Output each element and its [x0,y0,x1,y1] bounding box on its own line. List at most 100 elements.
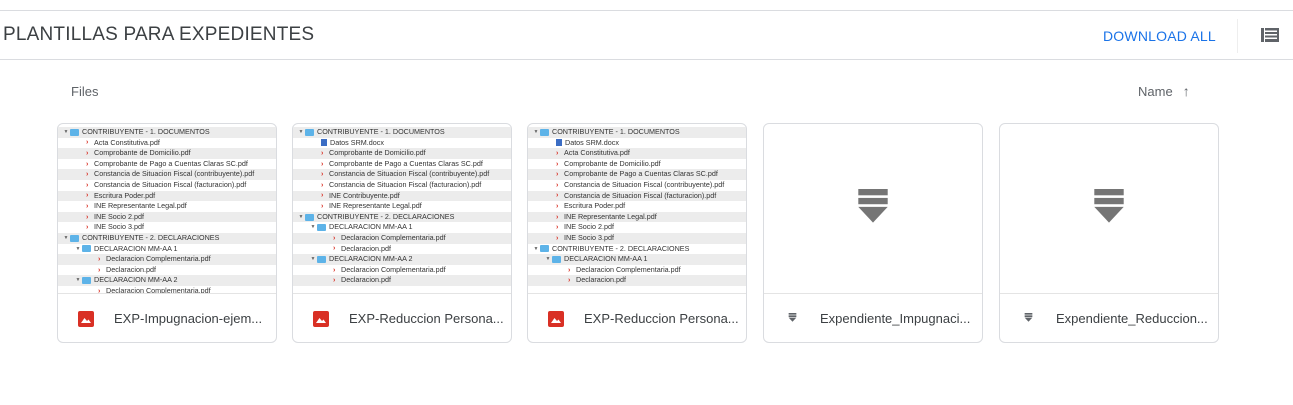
tree-row: › Comprobante de Pago a Cuentas Claras SC… [293,159,511,170]
file-thumbnail: ▼ CONTRIBUYENTE - 1. DOCUMENTOS › Acta Cons… [58,124,276,294]
pdf-icon: › [98,255,101,263]
tree-row-label: Declaracion Complementaria.pdf [576,264,681,274]
file-name: Expendiente_Reduccion... [1056,311,1208,326]
tree-row-label: Constancia de Situacion Fiscal (contribu… [94,169,255,179]
pdf-icon: › [86,160,89,168]
folder-icon [82,245,91,253]
folder-icon [540,245,549,253]
pdf-icon: › [86,149,89,157]
folder-icon [70,128,79,136]
tree-row: ▼ CONTRIBUYENTE - 2. DECLARACIONES [58,232,276,244]
download-file-icon [1024,313,1032,322]
pdf-icon: › [556,181,559,189]
tree-row: › Comprobante de Pago a Cuentas Claras SC… [58,159,276,170]
tree-row: › Constancia de Situacion Fiscal (contrib… [58,169,276,180]
pdf-icon: › [333,277,336,285]
pdf-icon: › [86,224,89,232]
expand-triangle-icon: ▼ [298,213,304,220]
tree-row-label: INE Representante Legal.pdf [94,201,187,211]
tree-row: ▼ DECLARACION MM-AA 2 [58,275,276,286]
tree-row: ▼ DECLARACION MM-AA 1 [293,222,511,233]
folder-icon [305,128,314,136]
tree-row: › Constancia de Situacion Fiscal (contrib… [293,169,511,180]
tree-row: › INE Socio 2.pdf [528,222,746,233]
tree-row-label: DECLARACION MM-AA 1 [329,222,413,232]
file-type-icon [784,313,800,324]
file-thumbnail [1000,124,1218,294]
file-card[interactable]: ▼ CONTRIBUYENTE - 1. DOCUMENTOS › Acta Cons… [57,123,277,343]
pdf-icon: › [568,266,571,274]
tree-row: › Constancia de Situacion Fiscal (factura… [58,180,276,191]
tree-row: › INE Contribuyente.pdf [293,190,511,202]
page-title: PLANTILLAS PARA EXPEDIENTES [3,24,315,45]
tree-row: › Declaracion Complementaria.pdf [58,285,276,294]
tree-row: › Declaracion.pdf [528,275,746,286]
file-card[interactable]: Expendiente_Impugnaci... [763,123,983,343]
tree-row-label: Constancia de Situacion Fiscal (facturac… [564,190,717,200]
download-file-icon [788,313,796,322]
arrow-up-icon: ↑ [1182,83,1190,99]
file-type-icon [1020,313,1036,324]
list-view-icon[interactable] [1261,28,1279,42]
tree-row: ▼ CONTRIBUYENTE - 2. DECLARACIONES [528,244,746,255]
image-file-icon [548,310,564,327]
tree-row-label: Declaracion.pdf [341,243,391,253]
file-type-icon [548,310,564,327]
pdf-icon: › [568,277,571,285]
tree-row-label: CONTRIBUYENTE - 1. DOCUMENTOS [552,127,680,136]
tree-row-label: Declaracion Complementaria.pdf [106,285,211,294]
file-card[interactable]: ▼ CONTRIBUYENTE - 1. DOCUMENTOS Datos SRM.… [292,123,512,343]
pdf-icon: › [333,266,336,274]
tree-row-label: Datos SRM.docx [565,137,619,147]
folder-icon [540,128,549,136]
tree-row-label: Escritura Poder.pdf [564,201,626,211]
tree-row-label: Acta Constitutiva.pdf [94,137,160,147]
pdf-icon: › [321,160,324,168]
download-file-icon [858,189,888,223]
tree-row: › Acta Constitutiva.pdf [528,148,746,159]
pdf-icon: › [556,202,559,210]
tree-row-label: Escritura Poder.pdf [94,190,156,200]
tree-row: ▼ DECLARACION MM-AA 1 [528,254,746,265]
pdf-icon: › [556,234,559,242]
tree-row: › INE Socio 2.pdf [58,211,276,223]
tree-row-label: Comprobante de Pago a Cuentas Claras SC.… [94,158,248,168]
tree-row: › INE Socio 3.pdf [528,232,746,244]
tree-row-label: INE Contribuyente.pdf [329,190,400,200]
sort-label: Name [1138,84,1173,99]
tree-row: › Declaracion.pdf [58,265,276,276]
pdf-icon: › [556,224,559,232]
tree-row-label: Declaracion.pdf [576,275,626,285]
tree-row: › Comprobante de Pago a Cuentas Claras SC… [528,169,746,180]
tree-row: ▼ CONTRIBUYENTE - 2. DECLARACIONES [293,211,511,223]
divider [1237,19,1238,53]
file-card[interactable]: ▼ CONTRIBUYENTE - 1. DOCUMENTOS Datos SRM.… [527,123,747,343]
tree-row-label: Declaracion Complementaria.pdf [341,264,446,274]
pdf-icon: › [86,192,89,200]
expand-triangle-icon: ▼ [533,245,539,252]
pdf-icon: › [556,192,559,200]
file-thumbnail [764,124,982,294]
sort-by-name-button[interactable]: Name ↑ [1138,83,1190,99]
expand-triangle-icon: ▼ [63,129,69,135]
pdf-icon: › [556,213,559,221]
tree-row-label: Comprobante de Domicilio.pdf [329,148,426,158]
tree-row-label: Declaracion Complementaria.pdf [341,232,446,242]
expand-triangle-icon: ▼ [533,129,539,135]
file-card[interactable]: Expendiente_Reduccion... [999,123,1219,343]
tree-row: ▼ DECLARACION MM-AA 2 [293,254,511,265]
folder-icon [317,255,326,263]
tree-row-label: Comprobante de Pago a Cuentas Claras SC.… [564,169,718,179]
header: PLANTILLAS PARA EXPEDIENTES DOWNLOAD ALL [0,11,1293,60]
tree-row-label: Declaracion.pdf [341,275,391,285]
tree-row-label: Constancia de Situacion Fiscal (contribu… [329,169,490,179]
download-all-button[interactable]: DOWNLOAD ALL [1103,28,1216,44]
tree-row: › Constancia de Situacion Fiscal (contrib… [528,180,746,191]
doc-icon [556,139,562,147]
tree-row-label: INE Socio 2.pdf [564,222,614,232]
expand-triangle-icon: ▼ [310,256,316,263]
file-type-icon [313,310,329,327]
tree-row: › Escritura Poder.pdf [58,190,276,202]
tree-row: › Acta Constitutiva.pdf [58,138,276,149]
tree-row-label: Constancia de Situacion Fiscal (contribu… [564,179,725,189]
